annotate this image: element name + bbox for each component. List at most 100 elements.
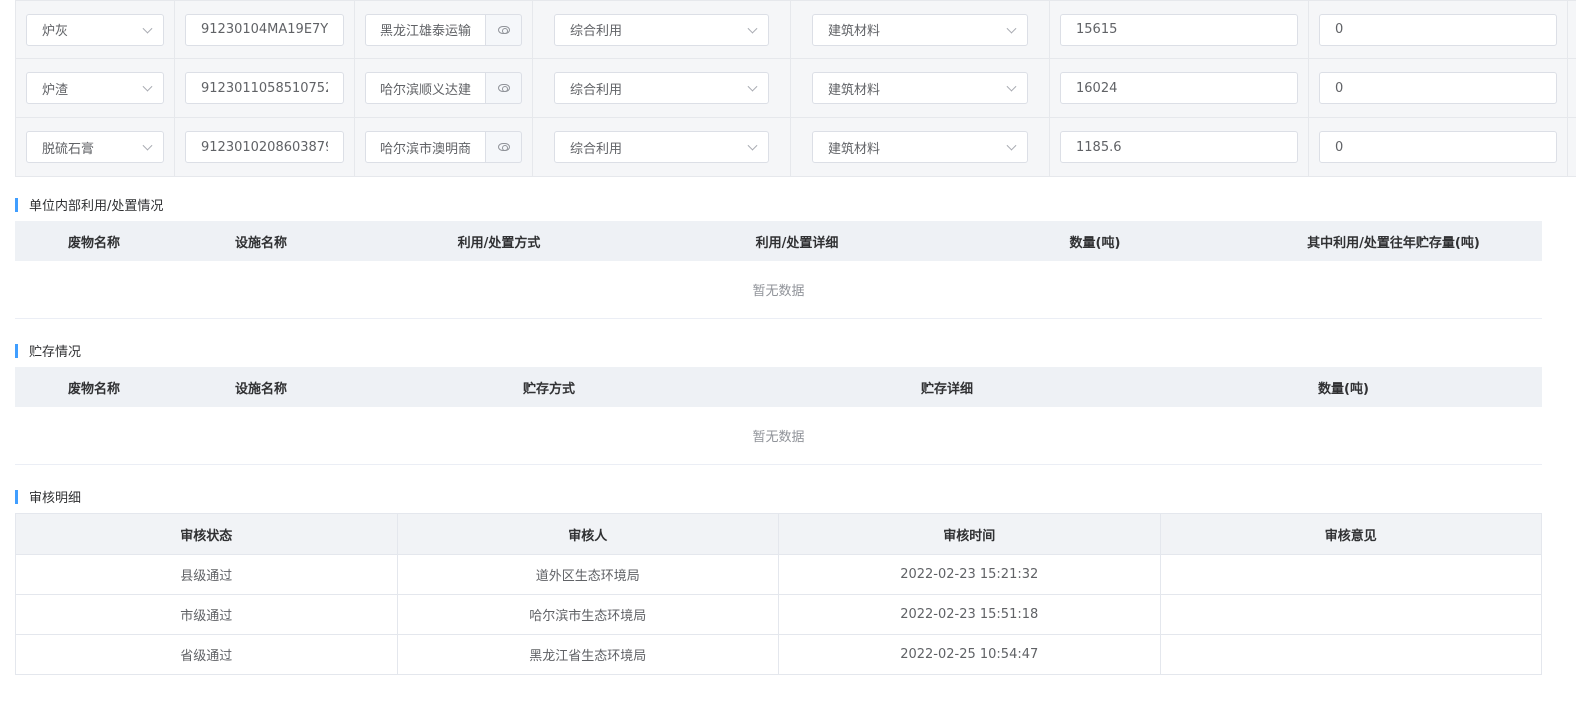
- audit-table-header: 审核状态 审核人 审核时间 审核意见: [16, 514, 1541, 554]
- usage-select[interactable]: 建筑材料: [812, 13, 1028, 46]
- col-waste-name: 废物名称: [67, 381, 120, 397]
- chevron-down-icon: [1006, 23, 1017, 34]
- chevron-down-icon: [1006, 81, 1017, 92]
- company-value: 哈尔滨市澳明商: [380, 141, 471, 157]
- chevron-down-icon: [142, 81, 153, 92]
- empty-state: 暂无数据: [15, 407, 1542, 465]
- method-value: 综合利用: [570, 82, 623, 98]
- audit-status: 县级通过: [180, 569, 233, 584]
- storage-section-title: 贮存情况: [15, 341, 81, 360]
- chevron-down-icon: [747, 140, 758, 151]
- internal-section-label: 单位内部利用/处置情况: [29, 199, 164, 214]
- amount-cell: 1185.6: [1050, 118, 1309, 176]
- amount-cell: 15615: [1050, 1, 1309, 58]
- credit-code-cell: 91230110585107523?: [175, 59, 355, 117]
- amount-input[interactable]: 15615: [1060, 13, 1298, 46]
- company-input[interactable]: 哈尔滨顺义达建: [365, 72, 486, 104]
- stored-input[interactable]: 0: [1319, 72, 1557, 104]
- amount-value: 15615: [1076, 22, 1118, 37]
- col-storage-detail: 贮存详细: [920, 381, 973, 397]
- storage-table: 废物名称 设施名称 贮存方式 贮存详细 数量(吨) 暂无数据: [15, 367, 1542, 465]
- storage-section-label: 贮存情况: [29, 345, 82, 360]
- col-audit-status: 审核状态: [180, 528, 233, 544]
- company-cell: 哈尔滨顺义达建: [355, 59, 533, 117]
- amount-input[interactable]: 1185.6: [1060, 131, 1298, 163]
- grid-row: 炉灰 91230104MA19E7YN 黑龙江雄泰运输 综合利用 建筑材料 15…: [16, 0, 1576, 59]
- waste-name-select[interactable]: 炉渣: [26, 72, 164, 104]
- waste-name-value: 炉灰: [42, 24, 69, 39]
- audit-time: 2022-02-23 15:21:32: [778, 555, 1160, 594]
- col-prior-stored: 其中利用/处置往年贮存量(吨): [1307, 235, 1480, 251]
- waste-name-value: 脱硫石膏: [42, 141, 95, 157]
- waste-name-select[interactable]: 脱硫石膏: [26, 131, 164, 163]
- empty-state: 暂无数据: [15, 261, 1542, 319]
- chevron-down-icon: [142, 140, 153, 151]
- waste-name-cell: 炉渣: [16, 59, 175, 117]
- company-cell: 哈尔滨市澳明商: [355, 118, 533, 176]
- company-cell: 黑龙江雄泰运输: [355, 1, 533, 58]
- stored-cell: 0: [1309, 118, 1568, 176]
- section-marker: [15, 197, 18, 212]
- view-company-button[interactable]: [486, 72, 522, 104]
- view-company-button[interactable]: [486, 131, 522, 163]
- table-row: 省级通过 黑龙江省生态环境局 2022-02-25 10:54:47: [16, 634, 1541, 674]
- usage-select[interactable]: 建筑材料: [812, 131, 1028, 163]
- amount-input[interactable]: 16024: [1060, 72, 1298, 104]
- col-waste-name: 废物名称: [67, 235, 120, 251]
- company-value: 黑龙江雄泰运输: [380, 24, 471, 39]
- waste-transfer-grid: 炉灰 91230104MA19E7YN 黑龙江雄泰运输 综合利用 建筑材料 15…: [15, 0, 1576, 177]
- col-audit-time: 审核时间: [778, 514, 1160, 554]
- col-method: 利用/处置方式: [457, 235, 541, 251]
- waste-name-select[interactable]: 炉灰: [26, 13, 164, 46]
- credit-code-input[interactable]: 91230104MA19E7YN: [185, 13, 344, 46]
- auditor: 哈尔滨市生态环境局: [396, 595, 779, 634]
- audit-opinion: [1159, 555, 1542, 594]
- audit-section-label: 审核明细: [29, 491, 82, 506]
- company-input-group: 黑龙江雄泰运输: [365, 13, 522, 46]
- col-auditor: 审核人: [396, 514, 779, 554]
- internal-section-title: 单位内部利用/处置情况: [15, 195, 163, 214]
- col-amount: 数量(吨): [1069, 235, 1121, 251]
- audit-opinion: [1159, 595, 1542, 634]
- company-input-group: 哈尔滨市澳明商: [365, 131, 522, 163]
- section-marker: [15, 489, 18, 504]
- col-audit-opinion: 审核意见: [1159, 514, 1542, 554]
- grid-row: 脱硫石膏 91230102086038797\ 哈尔滨市澳明商 综合利用 建筑材…: [16, 118, 1576, 177]
- grid-row: 炉渣 91230110585107523? 哈尔滨顺义达建 综合利用 建筑材料 …: [16, 59, 1576, 118]
- method-select[interactable]: 综合利用: [554, 72, 769, 104]
- credit-code-value: 91230102086038797\: [201, 139, 328, 155]
- audit-table: 审核状态 审核人 审核时间 审核意见 县级通过 道外区生态环境局 2022-02…: [15, 513, 1542, 675]
- usage-value: 建筑材料: [828, 141, 881, 157]
- usage-cell: 建筑材料: [791, 1, 1050, 58]
- view-company-button[interactable]: [486, 13, 522, 46]
- chevron-down-icon: [142, 23, 153, 34]
- stored-input[interactable]: 0: [1319, 131, 1557, 163]
- stored-value: 0: [1335, 80, 1344, 96]
- audit-status: 省级通过: [180, 649, 233, 664]
- internal-table-header: 废物名称 设施名称 利用/处置方式 利用/处置详细 数量(吨) 其中利用/处置往…: [15, 221, 1542, 261]
- audit-time: 2022-02-25 10:54:47: [778, 635, 1160, 674]
- eye-icon: [497, 25, 510, 34]
- col-amount: 数量(吨): [1318, 381, 1369, 397]
- company-input[interactable]: 哈尔滨市澳明商: [365, 131, 486, 163]
- waste-name-cell: 脱硫石膏: [16, 118, 175, 176]
- audit-section-title: 审核明细: [15, 487, 81, 506]
- credit-code-value: 91230110585107523?: [201, 80, 328, 96]
- usage-cell: 建筑材料: [791, 59, 1050, 117]
- credit-code-input[interactable]: 91230110585107523?: [185, 72, 344, 104]
- credit-code-cell: 91230104MA19E7YN: [175, 1, 355, 58]
- eye-icon: [497, 143, 510, 151]
- credit-code-input[interactable]: 91230102086038797\: [185, 131, 344, 163]
- method-select[interactable]: 综合利用: [554, 13, 769, 46]
- method-select[interactable]: 综合利用: [554, 131, 769, 163]
- company-input-group: 哈尔滨顺义达建: [365, 72, 522, 104]
- stored-input[interactable]: 0: [1319, 13, 1557, 46]
- usage-select[interactable]: 建筑材料: [812, 72, 1028, 104]
- waste-name-cell: 炉灰: [16, 1, 175, 58]
- method-cell: 综合利用: [533, 59, 791, 117]
- chevron-down-icon: [1006, 140, 1017, 151]
- credit-code-cell: 91230102086038797\: [175, 118, 355, 176]
- auditor: 道外区生态环境局: [396, 555, 779, 594]
- credit-code-value: 91230104MA19E7YN: [201, 22, 328, 37]
- company-input[interactable]: 黑龙江雄泰运输: [365, 13, 486, 46]
